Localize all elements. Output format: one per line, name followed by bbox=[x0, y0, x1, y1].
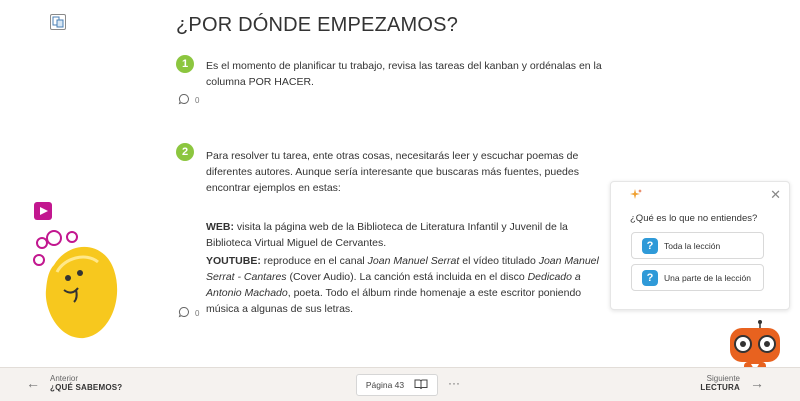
next-lesson-title: LECTURA bbox=[700, 383, 740, 392]
comment-icon bbox=[178, 93, 190, 107]
arrow-right-icon: → bbox=[750, 375, 764, 391]
option-label: Una parte de la lección bbox=[664, 272, 751, 283]
sparkle-icon bbox=[629, 188, 643, 207]
youtube-label: YOUTUBE: bbox=[206, 255, 261, 267]
prev-small-label: Anterior bbox=[50, 374, 79, 383]
book-logo-icon[interactable] bbox=[50, 14, 66, 30]
more-options-button[interactable]: ··· bbox=[448, 376, 460, 390]
youtube-text-2: el vídeo titulado bbox=[459, 255, 539, 267]
option-whole-lesson-button[interactable]: ? Toda la lección bbox=[631, 232, 764, 259]
section-1-text: Es el momento de planificar tu trabajo, … bbox=[206, 60, 602, 88]
page-selector[interactable]: Página 43 bbox=[356, 374, 438, 396]
comment-count: 0 bbox=[195, 95, 200, 105]
next-small-label: Siguiente bbox=[706, 374, 740, 383]
close-icon[interactable]: ✕ bbox=[770, 187, 781, 203]
youtube-text-1: reproduce en el canal bbox=[260, 255, 368, 267]
mascot-illustration bbox=[24, 200, 134, 350]
comment-count: 0 bbox=[195, 308, 200, 318]
source-web: WEB: visita la página web de la Bibliote… bbox=[206, 219, 616, 251]
youtube-channel: Joan Manuel Serrat bbox=[367, 255, 460, 267]
option-label: Toda la lección bbox=[664, 240, 721, 251]
page-title: ¿POR DÓNDE EMPEZAMOS? bbox=[176, 14, 459, 36]
question-icon: ? bbox=[642, 237, 658, 254]
step-number-1: 1 bbox=[176, 55, 194, 73]
popup-question: ¿Qué es lo que no entiendes? bbox=[630, 213, 758, 224]
help-popup: ✕ ¿Qué es lo que no entiendes? ? Toda la… bbox=[610, 181, 790, 310]
web-label: WEB: bbox=[206, 221, 234, 233]
next-lesson-link[interactable]: Siguiente LECTURA → bbox=[700, 374, 764, 392]
prev-lesson-title: ¿QUÉ SABEMOS? bbox=[50, 383, 123, 392]
page-label: Página 43 bbox=[365, 380, 405, 390]
web-text: visita la página web de la Biblioteca de… bbox=[206, 221, 568, 249]
step-number-2: 2 bbox=[176, 143, 194, 161]
previous-lesson-link[interactable]: ← Anterior ¿QUÉ SABEMOS? bbox=[26, 374, 122, 392]
option-part-lesson-button[interactable]: ? Una parte de la lección bbox=[631, 264, 764, 291]
section-1-comments[interactable]: 0 bbox=[178, 93, 199, 107]
source-youtube: YOUTUBE: reproduce en el canal Joan Manu… bbox=[206, 253, 616, 317]
question-icon: ? bbox=[642, 269, 658, 286]
open-book-icon bbox=[414, 379, 428, 392]
footer-bar: ← Anterior ¿QUÉ SABEMOS? Página 43 ··· S… bbox=[0, 367, 800, 401]
youtube-text-3: (Cover Audio). La canción está incluida … bbox=[286, 271, 528, 283]
comment-icon bbox=[178, 306, 190, 320]
section-2-comments[interactable]: 0 bbox=[178, 306, 199, 320]
arrow-left-icon: ← bbox=[26, 375, 40, 391]
section-2-intro: Para resolver tu tarea, ente otras cosas… bbox=[206, 150, 579, 194]
